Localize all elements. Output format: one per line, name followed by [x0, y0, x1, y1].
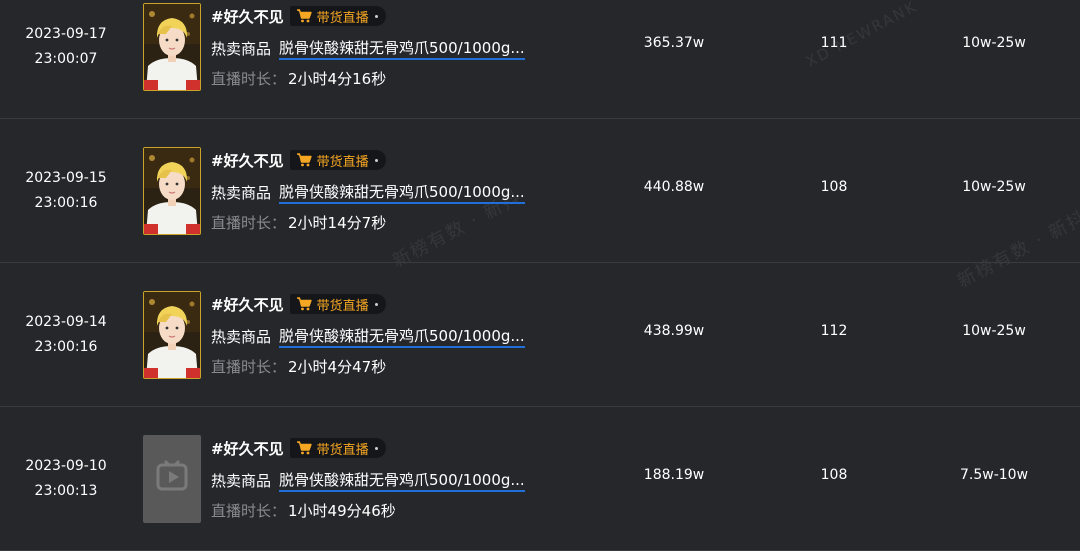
hot-product-label: 热卖商品 [211, 183, 272, 202]
start-date: 2023-09-14 [25, 314, 107, 330]
live-cover-thumbnail[interactable] [143, 291, 201, 379]
table-row[interactable]: 2023-09-15 23:00:16 #好久不见 带货直播 热卖商品 脱骨侠酸… [0, 119, 1080, 263]
live-title[interactable]: #好久不见 [211, 438, 284, 459]
duration-label: 直播时长： [211, 357, 287, 376]
product-count: 112 [820, 323, 848, 339]
table-row[interactable]: 2023-09-10 23:00:13 #好久不见 带货直播 热卖商品 脱骨侠酸… [0, 407, 1080, 551]
table-row[interactable]: 2023-09-17 23:00:07 #好久不见 带货直播 热卖商品 脱骨侠酸… [0, 0, 1080, 119]
sales-range: 7.5w-10w [959, 467, 1029, 483]
viewers-count: 440.88w [643, 179, 705, 195]
start-time: 23:00:16 [34, 339, 98, 355]
live-type-badge: 带货直播 [289, 438, 386, 458]
live-type-label: 带货直播 [316, 154, 369, 170]
product-count: 108 [820, 467, 848, 483]
streamer-avatar-image [144, 4, 200, 90]
sales-range: 10w-25w [962, 35, 1026, 51]
badge-dot [374, 14, 378, 18]
live-type-badge: 带货直播 [289, 294, 386, 314]
play-icon [144, 436, 200, 522]
live-cover-thumbnail[interactable] [143, 147, 201, 235]
table-row[interactable]: 2023-09-14 23:00:16 #好久不见 带货直播 热卖商品 脱骨侠酸… [0, 263, 1080, 407]
viewers-count: 188.19w [643, 467, 705, 483]
duration-value: 2小时14分7秒 [288, 213, 387, 232]
live-info: #好久不见 带货直播 热卖商品 脱骨侠酸辣甜无骨鸡爪500/1000g... 直… [211, 4, 591, 88]
streamer-avatar-image [144, 148, 200, 234]
live-sessions-table: 2023-09-17 23:00:07 #好久不见 带货直播 热卖商品 脱骨侠酸… [0, 0, 1080, 551]
live-title[interactable]: #好久不见 [211, 150, 284, 171]
duration-label: 直播时长： [211, 69, 287, 88]
badge-dot [374, 158, 378, 162]
start-datetime: 2023-09-10 23:00:13 [0, 454, 132, 504]
duration-label: 直播时长： [211, 213, 287, 232]
badge-dot [374, 302, 378, 306]
sales-range: 10w-25w [962, 323, 1026, 339]
live-type-label: 带货直播 [316, 298, 369, 314]
sales-range: 10w-25w [962, 179, 1026, 195]
live-cover-thumbnail[interactable] [143, 3, 201, 91]
viewers-count: 438.99w [643, 323, 705, 339]
live-cover-thumbnail[interactable] [143, 435, 201, 523]
live-title[interactable]: #好久不见 [211, 6, 284, 27]
start-datetime: 2023-09-15 23:00:16 [0, 166, 132, 216]
product-count: 108 [820, 179, 848, 195]
badge-dot [374, 446, 378, 450]
start-datetime: 2023-09-14 23:00:16 [0, 310, 132, 360]
hot-product-link[interactable]: 脱骨侠酸辣甜无骨鸡爪500/1000g... [279, 37, 525, 60]
start-date: 2023-09-15 [25, 170, 107, 186]
hot-product-label: 热卖商品 [211, 39, 272, 58]
hot-product-label: 热卖商品 [211, 471, 272, 490]
hot-product-link[interactable]: 脱骨侠酸辣甜无骨鸡爪500/1000g... [279, 469, 525, 492]
live-info: #好久不见 带货直播 热卖商品 脱骨侠酸辣甜无骨鸡爪500/1000g... 直… [211, 148, 591, 232]
live-type-label: 带货直播 [316, 442, 369, 458]
duration-label: 直播时长： [211, 501, 287, 520]
hot-product-link[interactable]: 脱骨侠酸辣甜无骨鸡爪500/1000g... [279, 181, 525, 204]
start-time: 23:00:16 [34, 195, 98, 211]
start-datetime: 2023-09-17 23:00:07 [0, 22, 132, 72]
live-info: #好久不见 带货直播 热卖商品 脱骨侠酸辣甜无骨鸡爪500/1000g... 直… [211, 292, 591, 376]
cart-icon [296, 297, 312, 311]
duration-value: 2小时4分16秒 [288, 69, 387, 88]
start-time: 23:00:13 [34, 483, 98, 499]
hot-product-label: 热卖商品 [211, 327, 272, 346]
hot-product-link[interactable]: 脱骨侠酸辣甜无骨鸡爪500/1000g... [279, 325, 525, 348]
live-type-badge: 带货直播 [289, 6, 386, 26]
start-time: 23:00:07 [34, 51, 98, 67]
start-date: 2023-09-10 [25, 458, 107, 474]
cart-icon [296, 153, 312, 167]
product-count: 111 [820, 35, 848, 51]
viewers-count: 365.37w [643, 35, 705, 51]
live-info: #好久不见 带货直播 热卖商品 脱骨侠酸辣甜无骨鸡爪500/1000g... 直… [211, 436, 591, 520]
start-date: 2023-09-17 [25, 26, 107, 42]
cart-icon [296, 9, 312, 23]
streamer-avatar-image [144, 292, 200, 378]
live-type-badge: 带货直播 [289, 150, 386, 170]
duration-value: 2小时4分47秒 [288, 357, 387, 376]
cart-icon [296, 441, 312, 455]
duration-value: 1小时49分46秒 [288, 501, 396, 520]
live-type-label: 带货直播 [316, 10, 369, 26]
live-title[interactable]: #好久不见 [211, 294, 284, 315]
